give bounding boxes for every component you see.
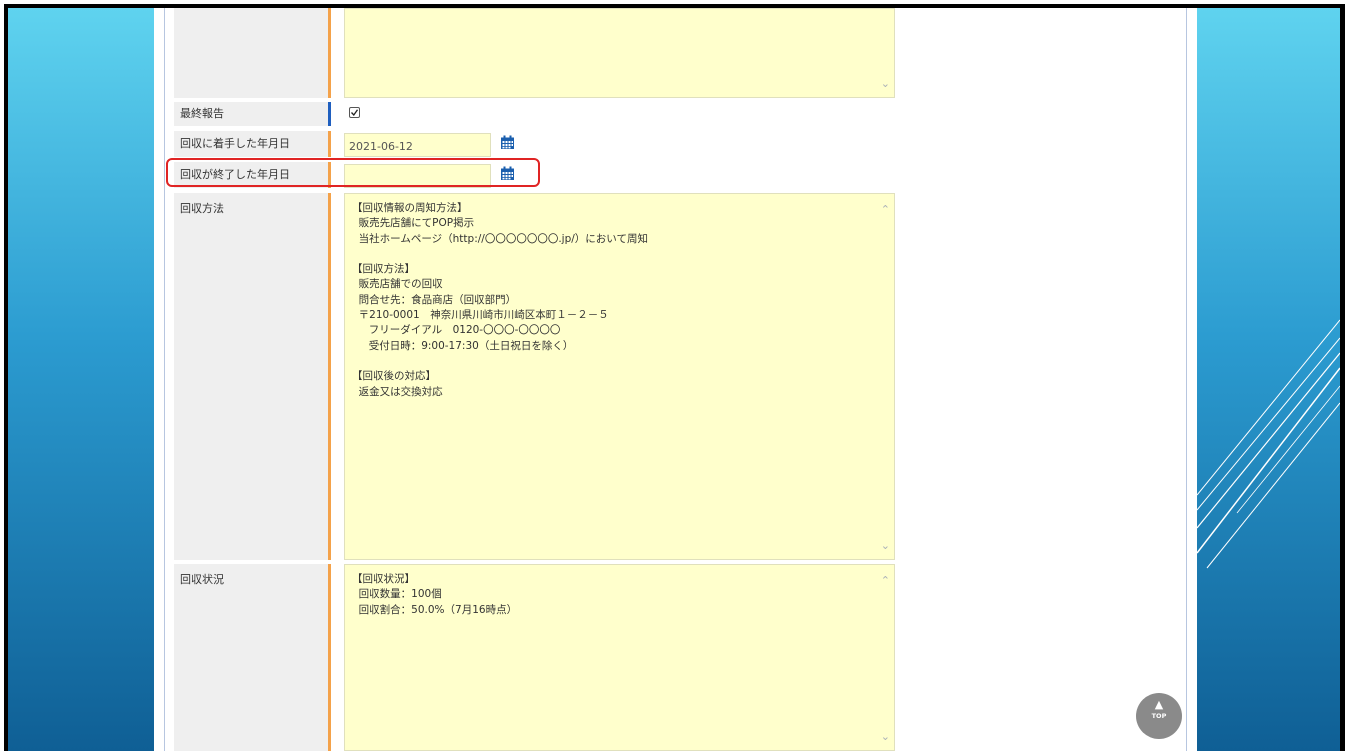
status-textarea[interactable]: ⌃ ⌄ 【回収状況】 回収数量：100個 回収割合：50.0%（7月16時点） [344,564,895,751]
chevron-down-icon[interactable]: ⌄ [881,729,890,744]
final-report-checkbox[interactable] [349,107,360,118]
method-line: 受付日時：9:00-17:30（土日祝日を除く） [352,339,574,352]
end-date-highlight [166,158,540,187]
required-marker [328,564,331,751]
method-line: 【回収方法】 [352,263,415,276]
content-border-left [164,8,165,751]
checkmark-icon [351,109,359,117]
status-label: 回収状況 [174,564,328,751]
required-marker [328,193,331,560]
method-line: 返金又は交換対応 [352,385,443,398]
start-date-label: 回収に着手した年月日 [174,131,328,157]
method-line: 販売先店舗にてPOP掲示 [352,217,475,230]
chevron-up-icon[interactable]: ⌃ [881,573,890,588]
slide-background-right [1197,8,1340,751]
method-textarea[interactable]: ⌃ ⌄ 【回収情報の周知方法】 販売先店舗にてPOP掲示 当社ホームページ（ht… [344,193,895,560]
method-line [352,354,894,369]
slide-background-left [8,8,154,751]
method-line: 【回収後の対応】 [352,370,436,383]
previous-textarea[interactable]: ⌄ [344,8,895,98]
required-marker [328,131,331,157]
top-button-label: TOP [1151,712,1167,720]
form-content: ⌄ 最終報告 回収に着手した年月日 2021-06-12 回収が終了した年月日 [154,8,1197,751]
method-line: 問合せ先：食品商店（回収部門） [352,293,517,306]
chevron-down-icon[interactable]: ⌄ [881,538,890,553]
method-line: 販売店舗での回収 [352,278,443,291]
status-line: 回収割合：50.0%（7月16時点） [352,603,518,616]
final-report-label: 最終報告 [174,102,328,126]
required-marker [328,8,331,98]
chevron-up-icon[interactable]: ⌃ [881,202,890,217]
method-line: 当社ホームページ（http://〇〇〇〇〇〇〇.jp/）において周知 [352,232,648,245]
arrow-up-icon: ▲ [1154,698,1164,711]
status-line: 回収数量：100個 [352,588,442,601]
content-border-right [1186,8,1187,751]
status-line: 【回収状況】 [352,573,415,585]
chevron-down-icon[interactable]: ⌄ [881,76,890,91]
back-to-top-button[interactable]: ▲ TOP [1136,693,1182,739]
method-line: 【回収情報の周知方法】 [352,202,468,214]
decorative-lines [1197,319,1340,569]
start-date-input[interactable]: 2021-06-12 [344,133,491,157]
method-line [352,247,894,262]
calendar-icon[interactable] [500,135,515,150]
method-line: 〒210-0001 神奈川県川崎市川崎区本町１－２－５ [352,309,609,322]
optional-marker [328,102,331,126]
label-cell-blank [174,8,328,98]
method-line: フリーダイアル 0120-〇〇〇-〇〇〇〇 [352,324,561,337]
method-label: 回収方法 [174,193,328,560]
